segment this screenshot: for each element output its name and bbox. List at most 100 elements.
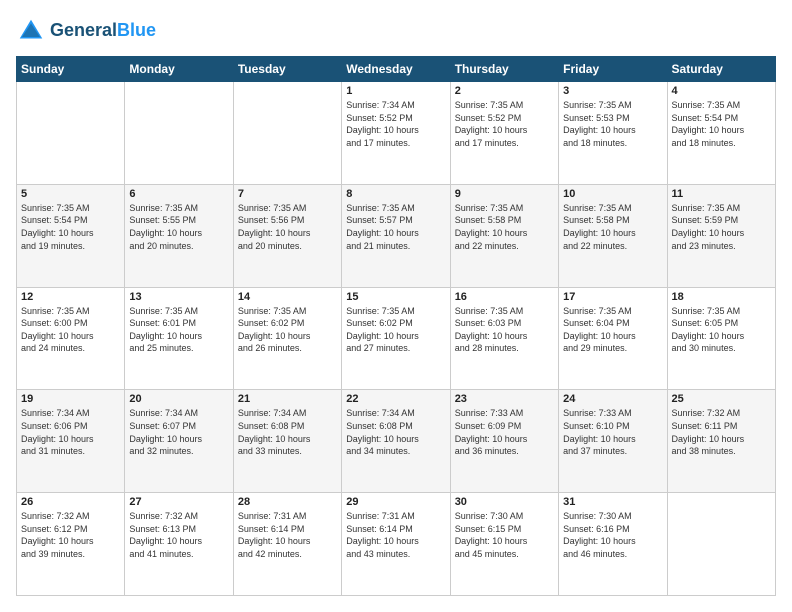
day-number: 22: [346, 393, 445, 405]
day-number: 31: [563, 496, 662, 508]
weekday-header-monday: Monday: [125, 57, 233, 82]
day-number: 9: [455, 188, 554, 200]
weekday-header-row: SundayMondayTuesdayWednesdayThursdayFrid…: [17, 57, 776, 82]
day-info: Sunrise: 7:35 AM Sunset: 5:55 PM Dayligh…: [129, 202, 228, 252]
calendar-cell: 29Sunrise: 7:31 AM Sunset: 6:14 PM Dayli…: [342, 493, 450, 596]
day-number: 26: [21, 496, 120, 508]
week-row-0: 1 Sunrise: 7:34 AM Sunset: 5:52 PM Daylig…: [17, 82, 776, 185]
day-info: Sunrise: 7:35 AM Sunset: 5:52 PM Dayligh…: [455, 99, 554, 149]
day-info: Sunrise: 7:34 AM Sunset: 6:08 PM Dayligh…: [238, 407, 337, 457]
logo-icon: [16, 16, 46, 46]
weekday-header-sunday: Sunday: [17, 57, 125, 82]
day-info: Sunrise: 7:34 AM Sunset: 6:08 PM Dayligh…: [346, 407, 445, 457]
page: GeneralBlue SundayMondayTuesdayWednesday…: [0, 0, 792, 612]
day-info: Sunrise: 7:35 AM Sunset: 6:00 PM Dayligh…: [21, 305, 120, 355]
day-info: Sunrise: 7:35 AM Sunset: 6:01 PM Dayligh…: [129, 305, 228, 355]
day-number: 24: [563, 393, 662, 405]
week-row-1: 5Sunrise: 7:35 AM Sunset: 5:54 PM Daylig…: [17, 184, 776, 287]
calendar-cell: 12Sunrise: 7:35 AM Sunset: 6:00 PM Dayli…: [17, 287, 125, 390]
calendar-cell: 2Sunrise: 7:35 AM Sunset: 5:52 PM Daylig…: [450, 82, 558, 185]
calendar-cell: 1 Sunrise: 7:34 AM Sunset: 5:52 PM Daylig…: [342, 82, 450, 185]
day-info: Sunrise: 7:35 AM Sunset: 5:56 PM Dayligh…: [238, 202, 337, 252]
calendar-cell: 30 Sunrise: 7:30 AM Sunset: 6:15 PM Dayli…: [450, 493, 558, 596]
day-info: Sunrise: 7:30 AM Sunset: 6:15 PM Dayligh…: [455, 510, 554, 560]
calendar-cell: 15Sunrise: 7:35 AM Sunset: 6:02 PM Dayli…: [342, 287, 450, 390]
day-number: 30: [455, 496, 554, 508]
day-number: 16: [455, 291, 554, 303]
calendar-cell: 20 Sunrise: 7:34 AM Sunset: 6:07 PM Dayli…: [125, 390, 233, 493]
day-number: 14: [238, 291, 337, 303]
calendar-cell: 10 Sunrise: 7:35 AM Sunset: 5:58 PM Dayli…: [559, 184, 667, 287]
day-number: 15: [346, 291, 445, 303]
calendar-table: SundayMondayTuesdayWednesdayThursdayFrid…: [16, 56, 776, 596]
day-info: Sunrise: 7:31 AM Sunset: 6:14 PM Dayligh…: [238, 510, 337, 560]
calendar-cell: 8 Sunrise: 7:35 AM Sunset: 5:57 PM Daylig…: [342, 184, 450, 287]
calendar-cell: [233, 82, 341, 185]
logo: GeneralBlue: [16, 16, 156, 46]
day-info: Sunrise: 7:35 AM Sunset: 6:04 PM Dayligh…: [563, 305, 662, 355]
calendar-cell: 14 Sunrise: 7:35 AM Sunset: 6:02 PM Dayli…: [233, 287, 341, 390]
calendar-cell: 5Sunrise: 7:35 AM Sunset: 5:54 PM Daylig…: [17, 184, 125, 287]
day-number: 21: [238, 393, 337, 405]
day-info: Sunrise: 7:35 AM Sunset: 5:57 PM Dayligh…: [346, 202, 445, 252]
day-info: Sunrise: 7:30 AM Sunset: 6:16 PM Dayligh…: [563, 510, 662, 560]
calendar-cell: 6 Sunrise: 7:35 AM Sunset: 5:55 PM Daylig…: [125, 184, 233, 287]
calendar-cell: 31 Sunrise: 7:30 AM Sunset: 6:16 PM Dayli…: [559, 493, 667, 596]
day-number: 25: [672, 393, 771, 405]
day-number: 4: [672, 85, 771, 97]
day-number: 8: [346, 188, 445, 200]
day-info: Sunrise: 7:35 AM Sunset: 5:58 PM Dayligh…: [455, 202, 554, 252]
day-number: 27: [129, 496, 228, 508]
weekday-header-saturday: Saturday: [667, 57, 775, 82]
day-number: 11: [672, 188, 771, 200]
calendar-cell: 25 Sunrise: 7:32 AM Sunset: 6:11 PM Dayli…: [667, 390, 775, 493]
calendar-cell: 22 Sunrise: 7:34 AM Sunset: 6:08 PM Dayli…: [342, 390, 450, 493]
calendar-cell: 11 Sunrise: 7:35 AM Sunset: 5:59 PM Dayli…: [667, 184, 775, 287]
weekday-header-friday: Friday: [559, 57, 667, 82]
day-number: 10: [563, 188, 662, 200]
day-info: Sunrise: 7:34 AM Sunset: 6:07 PM Dayligh…: [129, 407, 228, 457]
day-number: 28: [238, 496, 337, 508]
calendar-cell: 26 Sunrise: 7:32 AM Sunset: 6:12 PM Dayli…: [17, 493, 125, 596]
day-number: 23: [455, 393, 554, 405]
day-number: 1: [346, 85, 445, 97]
day-number: 18: [672, 291, 771, 303]
calendar-cell: [667, 493, 775, 596]
calendar-cell: 17 Sunrise: 7:35 AM Sunset: 6:04 PM Dayli…: [559, 287, 667, 390]
day-info: Sunrise: 7:32 AM Sunset: 6:12 PM Dayligh…: [21, 510, 120, 560]
calendar-cell: 21 Sunrise: 7:34 AM Sunset: 6:08 PM Dayli…: [233, 390, 341, 493]
calendar-cell: [17, 82, 125, 185]
calendar-cell: 13 Sunrise: 7:35 AM Sunset: 6:01 PM Dayli…: [125, 287, 233, 390]
week-row-3: 19 Sunrise: 7:34 AM Sunset: 6:06 PM Dayli…: [17, 390, 776, 493]
day-info: Sunrise: 7:35 AM Sunset: 6:03 PM Dayligh…: [455, 305, 554, 355]
day-number: 17: [563, 291, 662, 303]
day-info: Sunrise: 7:35 AM Sunset: 5:58 PM Dayligh…: [563, 202, 662, 252]
day-info: Sunrise: 7:35 AM Sunset: 6:02 PM Dayligh…: [238, 305, 337, 355]
calendar-cell: 24 Sunrise: 7:33 AM Sunset: 6:10 PM Dayli…: [559, 390, 667, 493]
day-number: 6: [129, 188, 228, 200]
calendar-cell: 28 Sunrise: 7:31 AM Sunset: 6:14 PM Dayli…: [233, 493, 341, 596]
day-number: 7: [238, 188, 337, 200]
calendar-cell: 18 Sunrise: 7:35 AM Sunset: 6:05 PM Dayli…: [667, 287, 775, 390]
day-number: 20: [129, 393, 228, 405]
week-row-2: 12Sunrise: 7:35 AM Sunset: 6:00 PM Dayli…: [17, 287, 776, 390]
day-number: 13: [129, 291, 228, 303]
day-info: Sunrise: 7:32 AM Sunset: 6:11 PM Dayligh…: [672, 407, 771, 457]
day-info: Sunrise: 7:35 AM Sunset: 5:59 PM Dayligh…: [672, 202, 771, 252]
day-info: Sunrise: 7:35 AM Sunset: 5:53 PM Dayligh…: [563, 99, 662, 149]
day-info: Sunrise: 7:32 AM Sunset: 6:13 PM Dayligh…: [129, 510, 228, 560]
day-info: Sunrise: 7:34 AM Sunset: 6:06 PM Dayligh…: [21, 407, 120, 457]
week-row-4: 26 Sunrise: 7:32 AM Sunset: 6:12 PM Dayli…: [17, 493, 776, 596]
calendar-cell: 27 Sunrise: 7:32 AM Sunset: 6:13 PM Dayli…: [125, 493, 233, 596]
day-number: 19: [21, 393, 120, 405]
day-info: Sunrise: 7:35 AM Sunset: 5:54 PM Dayligh…: [672, 99, 771, 149]
calendar-cell: [125, 82, 233, 185]
day-info: Sunrise: 7:33 AM Sunset: 6:10 PM Dayligh…: [563, 407, 662, 457]
header: GeneralBlue: [16, 16, 776, 46]
day-number: 5: [21, 188, 120, 200]
logo-text: GeneralBlue: [50, 21, 156, 41]
day-info: Sunrise: 7:35 AM Sunset: 6:05 PM Dayligh…: [672, 305, 771, 355]
day-number: 29: [346, 496, 445, 508]
weekday-header-thursday: Thursday: [450, 57, 558, 82]
day-info: Sunrise: 7:34 AM Sunset: 5:52 PM Dayligh…: [346, 99, 445, 149]
